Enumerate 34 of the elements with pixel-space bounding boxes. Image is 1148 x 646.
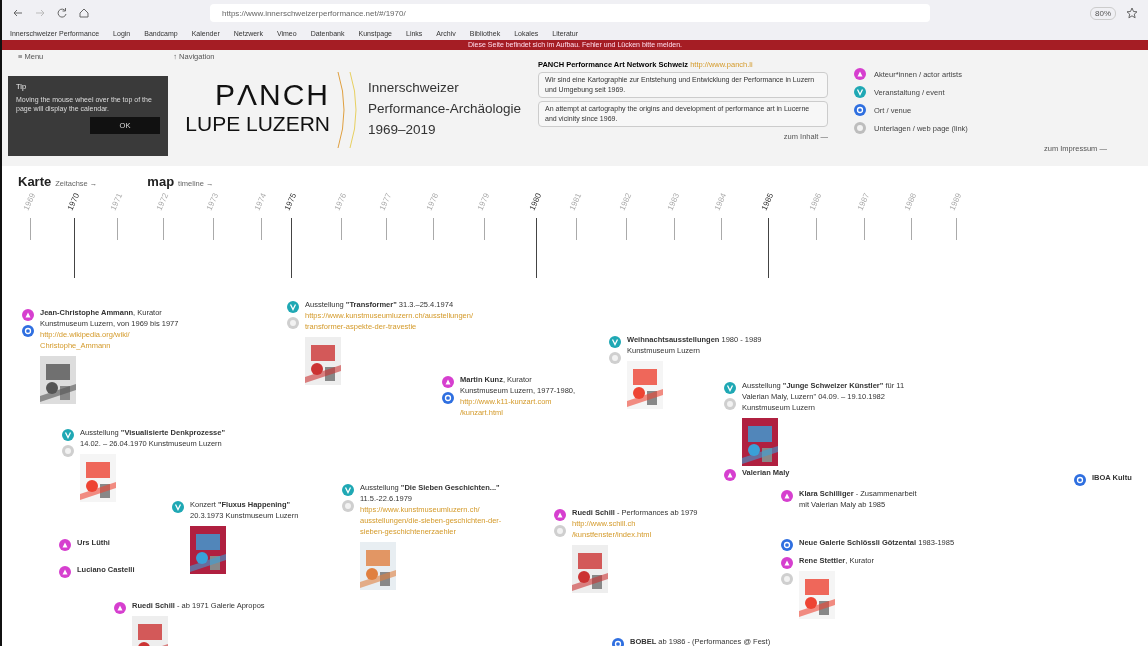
year-label: 1986 [806,190,825,214]
reload-icon[interactable] [56,7,68,19]
year-label: 1969 [20,190,39,214]
year-label: 1976 [331,190,350,214]
year-label: 1989 [946,190,965,214]
year-label: 1972 [153,190,172,214]
year-label: 1970 [64,190,83,214]
logo-text: LUPE LUZERN [185,111,330,137]
back-icon[interactable] [12,7,24,19]
year-label: 1974 [251,190,270,214]
year-label: 1971 [107,190,126,214]
year-label: 1980 [526,190,545,214]
year-label: 1977 [376,190,395,214]
star-icon[interactable] [1126,7,1138,19]
zoom-level[interactable]: 80% [1090,6,1116,20]
home-icon[interactable] [78,7,90,19]
address-bar[interactable]: https://www.innerschweizerperformance.net/#/1970/ [210,4,930,22]
site-title: Performance-Archäologie [368,100,523,116]
year-label: 1975 [281,190,300,214]
year-label: 1987 [854,190,873,214]
year-label: 1982 [616,190,635,214]
year-label: 1988 [901,190,920,214]
year-label: 1973 [203,190,222,214]
year-label: 1978 [423,190,442,214]
year-label: 1981 [566,190,585,214]
site-title: 1969–2019 [368,121,437,137]
year-label: 1979 [474,190,493,214]
year-label: 1983 [664,190,683,214]
year-label: 1985 [758,190,777,214]
logo-text: PΛNCH [214,79,330,111]
view-title[interactable]: Karte [18,174,52,189]
site-title: Innerschweizer [368,79,460,95]
year-label: 1984 [711,190,730,214]
view-title[interactable]: map [147,174,175,189]
